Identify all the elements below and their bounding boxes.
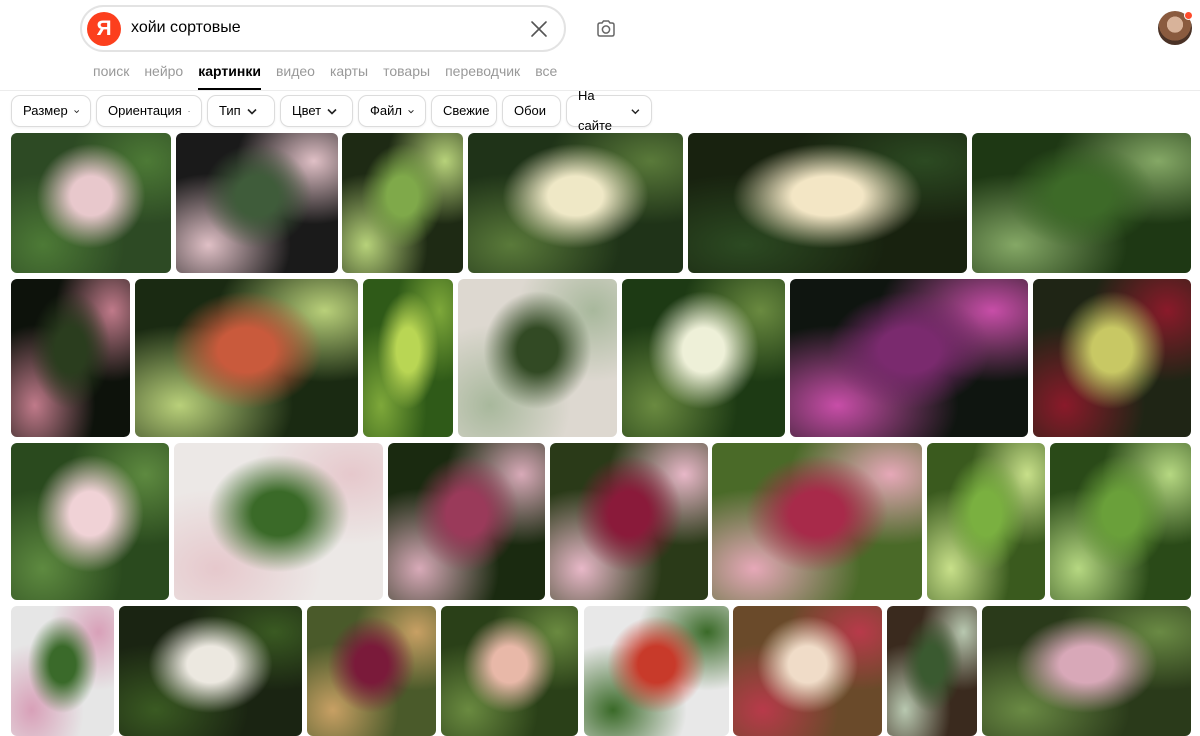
red-hoya-cluster-image[interactable]	[584, 606, 729, 736]
tab-7[interactable]: все	[535, 63, 557, 91]
peach-hoya-image[interactable]	[441, 606, 578, 736]
filter-chip-2[interactable]: Тип	[207, 95, 275, 127]
tab-6[interactable]: переводчик	[445, 63, 520, 91]
search-box[interactable]: Я хойи сортовые	[80, 5, 566, 52]
filter-label: Файл	[370, 103, 402, 118]
filter-chip-7[interactable]: На сайте	[566, 88, 652, 133]
tab-3[interactable]: видео	[276, 63, 315, 91]
cream-star-hoya-image[interactable]	[468, 133, 683, 273]
pink-hoya-ball-image[interactable]	[11, 443, 169, 600]
filter-label: Размер	[23, 103, 68, 118]
filter-chip-1[interactable]: Ориентация	[96, 95, 202, 127]
tab-0[interactable]: поиск	[93, 63, 129, 91]
lime-green-hoya-image[interactable]	[363, 279, 453, 437]
chevron-down-icon	[631, 108, 640, 114]
yellow-red-hoya-image[interactable]	[1033, 279, 1191, 437]
filter-label: Свежие	[443, 103, 490, 118]
tab-2[interactable]: картинки	[198, 63, 261, 91]
hoya-narrow-leaves-image[interactable]	[1050, 443, 1191, 600]
notification-dot	[1184, 11, 1193, 20]
yandex-logo[interactable]: Я	[87, 12, 121, 46]
chevron-down-icon	[73, 109, 79, 113]
filter-label: Тип	[219, 103, 241, 118]
filter-bar: Размер Ориентация Тип Цвет Файл Свежие Обои На …	[11, 88, 652, 133]
white-star-hoya-image[interactable]	[622, 279, 785, 437]
chevron-down-icon	[187, 110, 190, 112]
dark-pink-hoya-image[interactable]	[388, 443, 545, 600]
filter-chip-4[interactable]: Файл	[358, 95, 426, 127]
hoya-potted-plant-image[interactable]	[176, 133, 338, 273]
filter-chip-0[interactable]: Размер	[11, 95, 91, 127]
filter-chip-3[interactable]: Цвет	[280, 95, 353, 127]
filter-chip-5[interactable]: Свежие	[431, 95, 497, 127]
dark-hoya-plant-image[interactable]	[11, 279, 130, 437]
filter-label: Ориентация	[108, 103, 182, 118]
close-icon[interactable]	[530, 20, 548, 38]
pink-hoya-flowers-image[interactable]	[11, 133, 171, 273]
red-green-hoya-image[interactable]	[135, 279, 358, 437]
search-tabs: поиск нейро картинки видео карты товары перево…	[93, 63, 572, 91]
hoya-white-cluster-image[interactable]	[119, 606, 302, 736]
chevron-down-icon	[247, 108, 257, 115]
hoya-white-flowers-image[interactable]	[174, 443, 383, 600]
header: Я хойи сортовые поиск нейро картинки видео к…	[0, 0, 1200, 133]
chevron-down-icon	[327, 108, 337, 115]
pink-red-hoya-image[interactable]	[733, 606, 882, 736]
filter-label: На сайте	[578, 88, 613, 133]
filter-label: Обои	[514, 103, 547, 118]
maroon-hoya-image[interactable]	[550, 443, 708, 600]
tab-4[interactable]: карты	[330, 63, 368, 91]
filter-chip-6[interactable]: Обои	[502, 95, 561, 127]
trailing-hoya-vine-image[interactable]	[342, 133, 463, 273]
hoya-small-leaves-image[interactable]	[982, 606, 1191, 736]
hoya-green-leaves-image[interactable]	[972, 133, 1191, 273]
hoya-foliage-image[interactable]	[927, 443, 1045, 600]
burgundy-star-hoya-image[interactable]	[307, 606, 436, 736]
purple-star-hoya-image[interactable]	[790, 279, 1028, 437]
cream-hoya-cluster-image[interactable]	[688, 133, 967, 273]
tab-5[interactable]: товары	[383, 63, 430, 91]
silver-leaf-hoya-image[interactable]	[887, 606, 977, 736]
search-input[interactable]: хойи сортовые	[131, 19, 241, 37]
tab-1[interactable]: нейро	[144, 63, 183, 91]
chevron-down-icon	[408, 109, 414, 113]
filter-label: Цвет	[292, 103, 322, 118]
camera-icon[interactable]	[594, 17, 618, 41]
hoya-houseplant-image[interactable]	[458, 279, 617, 437]
avatar[interactable]	[1158, 11, 1193, 45]
magenta-hoya-image[interactable]	[712, 443, 922, 600]
hoya-trellis-image[interactable]	[11, 606, 114, 736]
